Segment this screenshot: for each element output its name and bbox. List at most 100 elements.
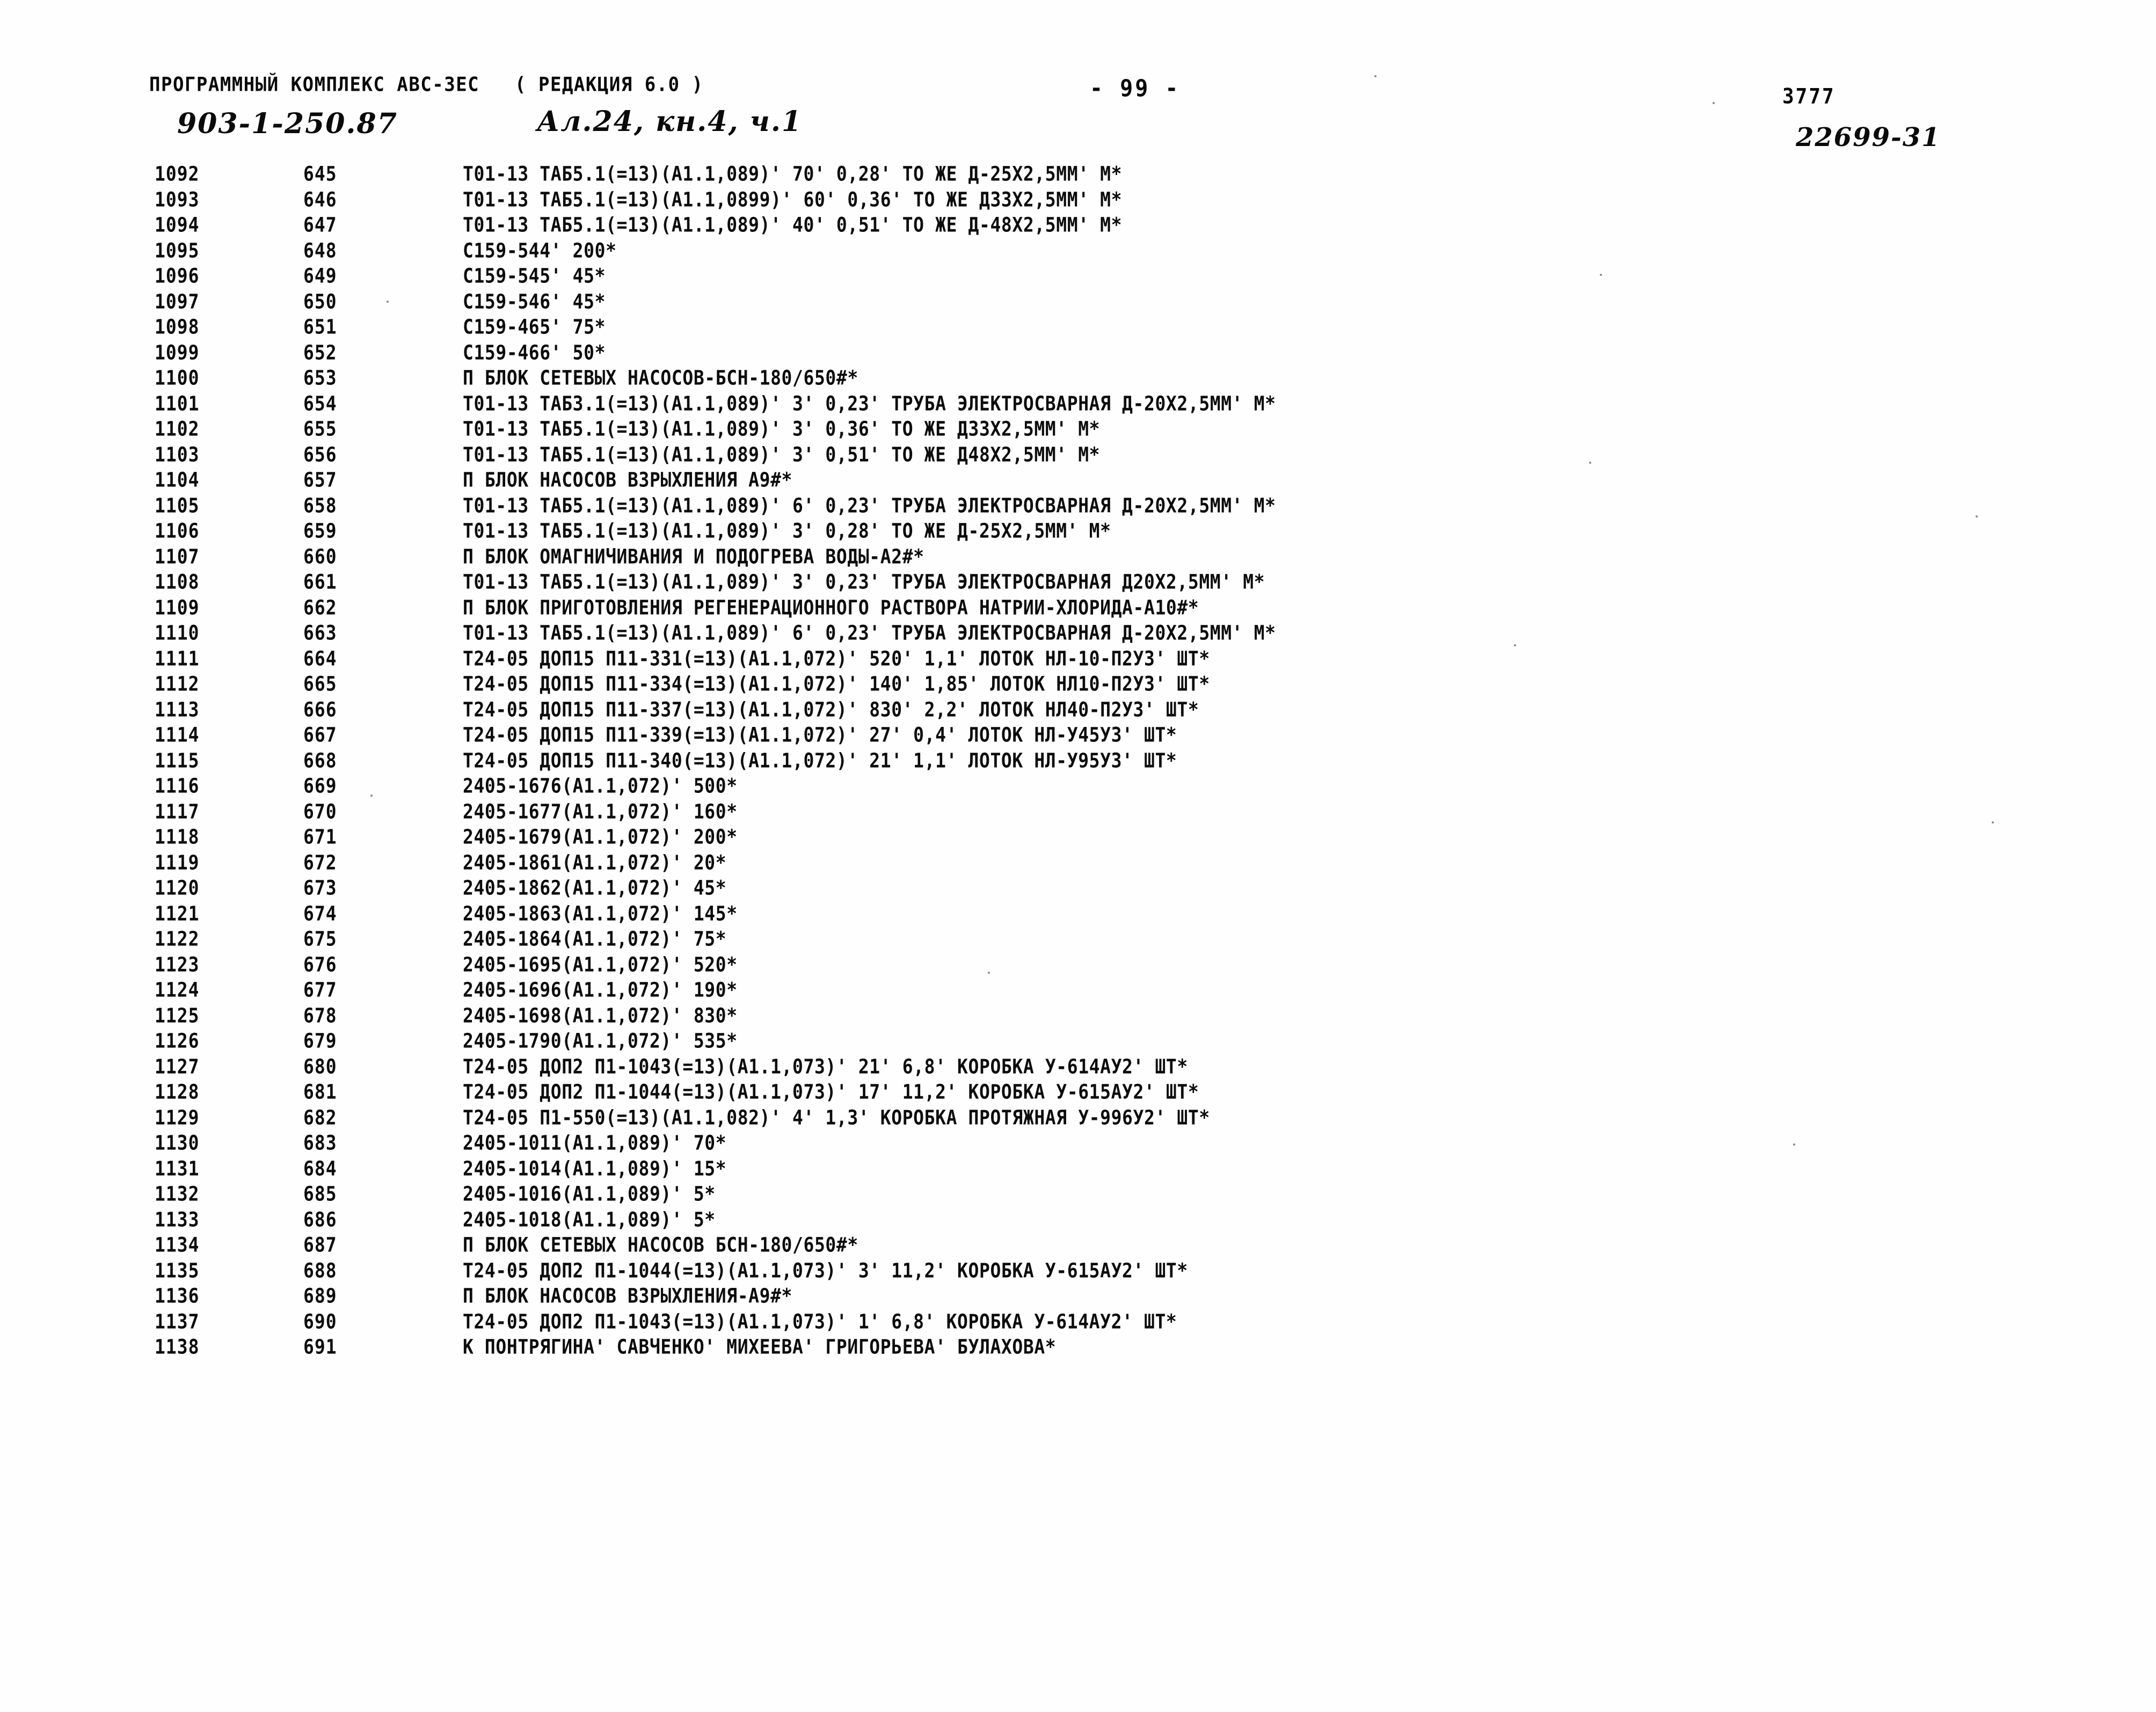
- row-item-text: 2405-1676(А1.1,072)' 500*: [463, 774, 738, 798]
- row-item-text: Т24-05 ДОП2 П1-1044(=13)(А1.1,073)' 17' …: [463, 1080, 1199, 1104]
- row-sequence-number: 1115: [155, 748, 200, 772]
- row-sequence-number: 1120: [155, 876, 200, 900]
- row-item-text: П БЛОК СЕТЕВЫХ НАСОСОВ-БСН-180/650#*: [463, 366, 858, 390]
- row-sequence-number: 1130: [155, 1131, 200, 1155]
- listing-row: 1096 649 С159-545' 45*: [0, 263, 2156, 289]
- row-sequence-number: 1104: [155, 468, 200, 492]
- row-position-number: 689: [303, 1284, 337, 1308]
- row-position-number: 652: [303, 340, 337, 364]
- row-sequence-number: 1127: [155, 1054, 200, 1078]
- row-position-number: 649: [303, 264, 337, 288]
- row-position-number: 678: [303, 1003, 337, 1027]
- listing-row: 1099 652 С159-466' 50*: [0, 340, 2156, 366]
- row-item-text: Т24-05 ДОП15 П11-331(=13)(А1.1,072)' 520…: [463, 646, 1210, 670]
- row-sequence-number: 1131: [155, 1156, 200, 1180]
- scan-speckle: [988, 972, 990, 974]
- row-position-number: 670: [303, 799, 337, 823]
- listing-row: 1124 677 2405-1696(А1.1,072)' 190*: [0, 977, 2156, 1003]
- listing-row: 1105 658 Т01-13 ТАБ5.1(=13)(А1.1,089)' 6' …: [0, 493, 2156, 519]
- listing-row: 1109 662 П БЛОК ПРИГОТОВЛЕНИЯ РЕГЕНЕРАЦИОН…: [0, 595, 2156, 621]
- row-item-text: С159-546' 45*: [463, 289, 606, 313]
- row-position-number: 674: [303, 901, 337, 925]
- row-sequence-number: 1095: [155, 238, 200, 262]
- scan-speckle: [370, 795, 373, 797]
- row-sequence-number: 1128: [155, 1080, 200, 1104]
- row-sequence-number: 1096: [155, 264, 200, 288]
- row-sequence-number: 1114: [155, 723, 200, 747]
- listing-row: 1132 685 2405-1016(А1.1,089)' 5*: [0, 1181, 2156, 1207]
- program-complex-label: ПРОГРАММНЫЙ КОМПЛЕКС АВС-ЗЕС ( РЕДАКЦИЯ …: [149, 73, 704, 97]
- row-sequence-number: 1122: [155, 927, 200, 951]
- row-item-text: Т01-13 ТАБ5.1(=13)(А1.1,089)' 40' 0,51' …: [463, 213, 1123, 237]
- listing-row: 1117 670 2405-1677(А1.1,072)' 160*: [0, 799, 2156, 825]
- listing-row: 1113 666 Т24-05 ДОП15 П11-337(=13)(А1.1,07…: [0, 697, 2156, 723]
- document-code: 3777: [1782, 85, 1835, 109]
- listing-row: 1103 656 Т01-13 ТАБ5.1(=13)(А1.1,089)' 3' …: [0, 442, 2156, 468]
- listing-row: 1104 657 П БЛОК НАСОСОВ ВЗРЫХЛЕНИЯ А9#*: [0, 467, 2156, 493]
- row-sequence-number: 1097: [155, 289, 200, 313]
- row-sequence-number: 1105: [155, 493, 200, 517]
- row-position-number: 682: [303, 1105, 337, 1129]
- scan-speckle: [1992, 821, 1994, 824]
- row-position-number: 690: [303, 1309, 337, 1333]
- scan-speckle: [797, 1095, 799, 1097]
- scan-speckle: [1589, 462, 1591, 464]
- row-sequence-number: 1133: [155, 1207, 200, 1231]
- scan-speckle: [1713, 102, 1715, 104]
- row-position-number: 679: [303, 1029, 337, 1053]
- row-sequence-number: 1112: [155, 672, 200, 696]
- row-position-number: 645: [303, 162, 337, 186]
- row-item-text: Т24-05 ДОП15 П11-340(=13)(А1.1,072)' 21'…: [463, 748, 1177, 772]
- row-item-text: Т24-05 ДОП15 П11-337(=13)(А1.1,072)' 830…: [463, 697, 1199, 721]
- row-item-text: 2405-1696(А1.1,072)' 190*: [463, 978, 738, 1002]
- row-item-text: Т24-05 ДОП15 П11-339(=13)(А1.1,072)' 27'…: [463, 723, 1177, 747]
- row-item-text: 2405-1862(А1.1,072)' 45*: [463, 876, 727, 900]
- listing-row: 1108 661 Т01-13 ТАБ5.1(=13)(А1.1,089)' 3' …: [0, 569, 2156, 595]
- listing-row: 1126 679 2405-1790(А1.1,072)' 535*: [0, 1028, 2156, 1054]
- row-sequence-number: 1108: [155, 570, 200, 594]
- object-code-annotation: 903-1-250.87: [177, 107, 398, 140]
- scan-speckle: [1374, 75, 1376, 77]
- row-item-text: Т01-13 ТАБ5.1(=13)(А1.1,089)' 6' 0,23' Т…: [463, 621, 1276, 645]
- listing-row: 1125 678 2405-1698(А1.1,072)' 830*: [0, 1003, 2156, 1029]
- row-item-text: Т01-13 ТАБ5.1(=13)(А1.1,089)' 6' 0,23' Т…: [463, 493, 1276, 517]
- row-position-number: 667: [303, 723, 337, 747]
- row-sequence-number: 1098: [155, 315, 200, 339]
- row-sequence-number: 1123: [155, 952, 200, 976]
- listing-row: 1122 675 2405-1864(А1.1,072)' 75*: [0, 926, 2156, 952]
- row-position-number: 654: [303, 391, 337, 415]
- listing-row: 1133 686 2405-1018(А1.1,089)' 5*: [0, 1207, 2156, 1233]
- scan-speckle: [1793, 1143, 1795, 1146]
- row-position-number: 648: [303, 238, 337, 262]
- row-item-text: 2405-1011(А1.1,089)' 70*: [463, 1131, 727, 1155]
- row-position-number: 686: [303, 1207, 337, 1231]
- row-position-number: 664: [303, 646, 337, 670]
- listing-row: 1119 672 2405-1861(А1.1,072)' 20*: [0, 850, 2156, 876]
- row-sequence-number: 1121: [155, 901, 200, 925]
- row-position-number: 685: [303, 1182, 337, 1206]
- row-sequence-number: 1102: [155, 417, 200, 441]
- row-position-number: 675: [303, 927, 337, 951]
- row-sequence-number: 1138: [155, 1335, 200, 1359]
- scan-speckle: [387, 301, 389, 303]
- row-position-number: 656: [303, 442, 337, 466]
- listing-row: 1130 683 2405-1011(А1.1,089)' 70*: [0, 1130, 2156, 1156]
- row-sequence-number: 1137: [155, 1309, 200, 1333]
- listing-row: 1095 648 С159-544' 200*: [0, 238, 2156, 264]
- listing-row: 1136 689 П БЛОК НАСОСОВ ВЗРЫХЛЕНИЯ-А9#*: [0, 1283, 2156, 1309]
- row-sequence-number: 1129: [155, 1105, 200, 1129]
- listing-row: 1128 681 Т24-05 ДОП2 П1-1044(=13)(А1.1,073…: [0, 1079, 2156, 1105]
- row-sequence-number: 1110: [155, 621, 200, 645]
- row-item-text: К ПОНТРЯГИНА' САВЧЕНКО' МИХЕЕВА' ГРИГОРЬ…: [463, 1335, 1057, 1359]
- row-sequence-number: 1113: [155, 697, 200, 721]
- row-position-number: 663: [303, 621, 337, 645]
- row-item-text: С159-466' 50*: [463, 340, 606, 364]
- listing-row: 1110 663 Т01-13 ТАБ5.1(=13)(А1.1,089)' 6' …: [0, 620, 2156, 646]
- row-sequence-number: 1094: [155, 213, 200, 237]
- row-position-number: 669: [303, 774, 337, 798]
- row-position-number: 672: [303, 850, 337, 874]
- row-position-number: 687: [303, 1233, 337, 1257]
- row-sequence-number: 1135: [155, 1258, 200, 1282]
- row-item-text: 2405-1014(А1.1,089)' 15*: [463, 1156, 727, 1180]
- row-item-text: 2405-1698(А1.1,072)' 830*: [463, 1003, 738, 1027]
